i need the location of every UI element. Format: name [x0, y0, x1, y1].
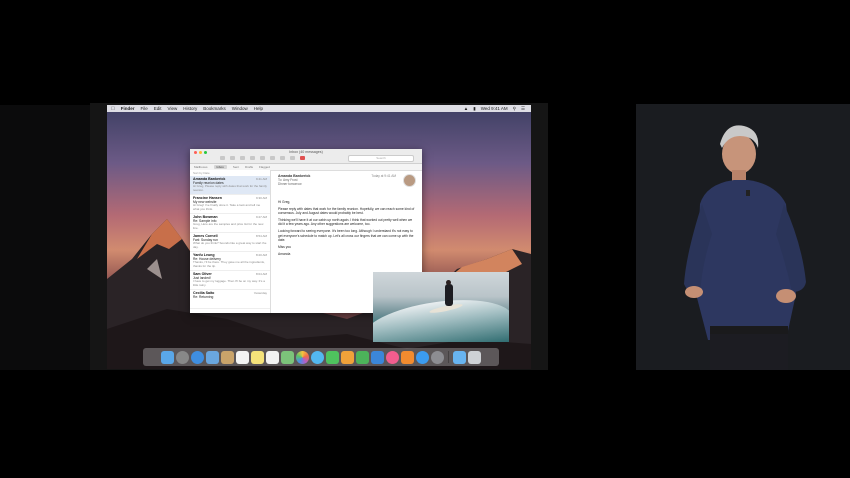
message-list: Sort by Date Amanda Bankerick 9:41 AM Fa… — [190, 170, 271, 313]
ibooks-icon[interactable] — [401, 350, 414, 364]
maps-icon[interactable] — [281, 350, 294, 364]
flag-icon[interactable] — [300, 156, 305, 160]
list-item[interactable]: Amanda Bankerick 9:41 AM Family reunion … — [190, 176, 270, 195]
avatar — [403, 174, 416, 187]
list-item[interactable]: Sam Oliver 8:04 AM Just landed! I have t… — [190, 271, 270, 290]
junk-icon[interactable] — [260, 156, 265, 160]
dock-separator — [448, 351, 449, 363]
presenter-image — [684, 125, 806, 370]
trash-icon[interactable] — [250, 156, 255, 160]
keynote-icon[interactable] — [371, 350, 384, 364]
battery-icon[interactable]: ▮ — [473, 106, 475, 112]
trash-icon[interactable] — [468, 350, 481, 364]
paragraph-3: Looking forward to seeing everyone. It's… — [278, 229, 414, 242]
compose-icon[interactable] — [230, 156, 235, 160]
safari-icon[interactable] — [191, 350, 204, 364]
menu-finder[interactable]: Finder — [121, 106, 135, 111]
archive-icon[interactable] — [240, 156, 245, 160]
launchpad-icon[interactable] — [176, 350, 189, 364]
mail-search-field[interactable]: Search — [348, 155, 414, 162]
get-mail-icon[interactable] — [220, 156, 225, 160]
wifi-icon[interactable]: ▲ — [464, 106, 468, 112]
menu-view[interactable]: View — [168, 106, 178, 111]
signature: Amanda — [278, 251, 291, 256]
menu-window[interactable]: Window — [232, 106, 248, 111]
paragraph-2: Thinking we'll have it at our cabin up n… — [278, 218, 413, 227]
list-item[interactable]: Francine Hansen 9:30 AM My new website H… — [190, 195, 270, 214]
surfer-image — [445, 284, 453, 306]
side-screen — [0, 105, 90, 370]
fav-mailboxes[interactable]: Mailboxes — [194, 165, 208, 169]
preferences-icon[interactable] — [431, 350, 444, 364]
menu-history[interactable]: History — [183, 106, 197, 111]
mail-window-title: Inbox (40 messages) — [289, 150, 323, 154]
menu-help[interactable]: Help — [254, 106, 263, 111]
picture-in-picture-video[interactable] — [373, 272, 509, 342]
notes-icon[interactable] — [251, 350, 264, 364]
keynote-stage:  Finder File Edit View History Bookmark… — [0, 0, 850, 478]
wave-image — [373, 291, 509, 342]
reading-subject: Dinner tomorrow — [278, 182, 302, 186]
reply-icon[interactable] — [270, 156, 275, 160]
list-item[interactable]: Cecilia Saito Yesterday Re: Returning — [190, 290, 270, 309]
fav-flagged[interactable]: Flagged — [259, 165, 270, 169]
list-item[interactable]: John Bowman 9:27 AM Re: Sample info Greg… — [190, 214, 270, 233]
greeting: Hi Greg, — [278, 200, 291, 204]
forward-icon[interactable] — [290, 156, 295, 160]
numbers-icon[interactable] — [356, 350, 369, 364]
fav-drafts[interactable]: Drafts — [245, 165, 253, 169]
pages-icon[interactable] — [341, 350, 354, 364]
menu-edit[interactable]: Edit — [154, 106, 162, 111]
appstore-icon[interactable] — [416, 350, 429, 364]
photos-icon[interactable] — [296, 350, 309, 364]
letterbox-bottom — [0, 370, 850, 478]
menubar-clock[interactable]: Wed 9:41 AM — [481, 106, 508, 112]
apple-icon[interactable]:  — [111, 106, 115, 112]
list-item[interactable]: Yanfu Leung 8:20 AM Re: House delivery T… — [190, 252, 270, 271]
mail-titlebar: Inbox (40 messages) Search — [190, 149, 422, 164]
reply-all-icon[interactable] — [280, 156, 285, 160]
list-item[interactable]: James Cornell 8:54 AM Fwd: Sunday run Wh… — [190, 233, 270, 252]
spotlight-icon[interactable]: ⚲ — [513, 106, 516, 112]
signoff: Miss you — [278, 244, 292, 249]
fav-sent[interactable]: Sent — [233, 165, 239, 169]
facetime-icon[interactable] — [326, 350, 339, 364]
messages-icon[interactable] — [311, 350, 324, 364]
macos-desktop:  Finder File Edit View History Bookmark… — [107, 105, 531, 369]
menu-bar:  Finder File Edit View History Bookmark… — [107, 105, 531, 112]
folder-icon[interactable] — [453, 350, 466, 364]
itunes-icon[interactable] — [386, 350, 399, 364]
dock — [143, 348, 499, 366]
reminders-icon[interactable] — [266, 350, 279, 364]
menu-file[interactable]: File — [141, 106, 148, 111]
menu-bookmarks[interactable]: Bookmarks — [203, 106, 226, 111]
contacts-icon[interactable] — [221, 350, 234, 364]
presenter-screen — [636, 104, 850, 370]
paragraph-1: Please reply with dates that work for th… — [278, 207, 415, 216]
fav-inbox[interactable]: Inbox — [213, 165, 227, 169]
surfer-head-image — [446, 280, 451, 285]
reading-date: Today at 9:41 AM — [371, 174, 396, 178]
calendar-icon[interactable] — [236, 350, 249, 364]
mail-icon[interactable] — [206, 350, 219, 364]
message-body: Hi Greg, Please reply with dates that wo… — [278, 200, 416, 256]
finder-icon[interactable] — [161, 350, 174, 364]
notification-center-icon[interactable]: ☰ — [521, 106, 525, 112]
